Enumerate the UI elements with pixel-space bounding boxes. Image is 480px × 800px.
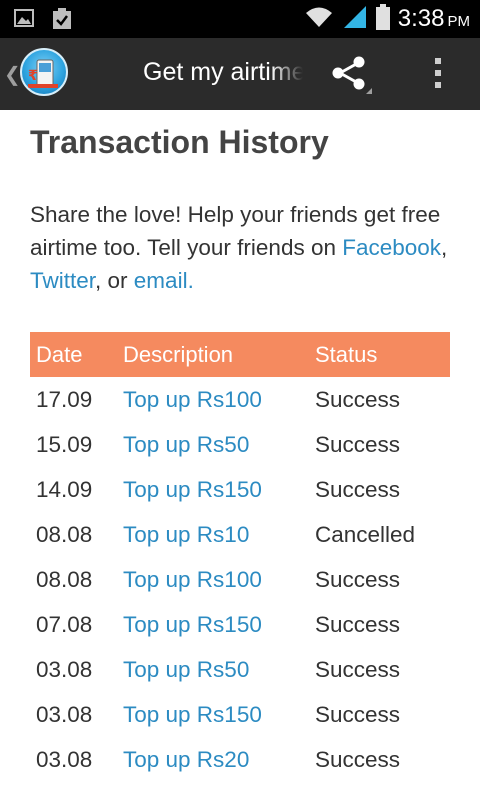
row-description-link[interactable]: Top up Rs100 xyxy=(117,557,309,602)
row-status: Success xyxy=(315,476,401,502)
status-bar: 3:38 PM xyxy=(0,0,480,38)
row-status: Success xyxy=(315,611,401,637)
email-link[interactable]: email. xyxy=(134,268,194,293)
row-date: 08.08 xyxy=(36,521,93,547)
clipboard-check-icon xyxy=(52,8,72,34)
row-date: 03.08 xyxy=(36,746,93,772)
row-description-link[interactable]: Top up Rs150 xyxy=(117,692,309,737)
row-description-link[interactable]: Top up Rs50 xyxy=(117,647,309,692)
table-row: 03.08 Top up Rs20 Success xyxy=(30,737,450,782)
row-description-link[interactable]: Top up Rs50 xyxy=(117,422,309,467)
row-status: Success xyxy=(315,701,401,727)
column-header-date: Date xyxy=(30,332,117,377)
column-header-status: Status xyxy=(309,332,450,377)
facebook-link[interactable]: Facebook xyxy=(342,235,441,260)
transaction-table: Date Description Status 17.09 Top up Rs1… xyxy=(30,332,450,782)
link-separator: , or xyxy=(95,268,134,293)
row-status: Success xyxy=(315,566,401,592)
row-status: Success xyxy=(315,386,401,412)
share-message: Share the love! Help your friends get fr… xyxy=(30,198,450,297)
share-icon xyxy=(332,56,372,94)
signal-icon xyxy=(342,4,368,34)
svg-text:₹: ₹ xyxy=(28,68,38,84)
row-status: Cancelled xyxy=(315,521,416,547)
clock-ampm: PM xyxy=(447,13,471,30)
row-description-link[interactable]: Top up Rs10 xyxy=(117,512,309,557)
battery-icon xyxy=(375,4,390,34)
row-description-link[interactable]: Top up Rs100 xyxy=(117,377,309,422)
row-date: 07.08 xyxy=(36,611,93,637)
table-header-row: Date Description Status xyxy=(30,332,450,377)
up-chevron-icon[interactable]: ❮ xyxy=(4,62,21,86)
row-description-link[interactable]: Top up Rs150 xyxy=(117,467,309,512)
clock: 3:38 PM xyxy=(398,5,470,33)
overflow-menu-button[interactable] xyxy=(428,56,448,92)
row-status: Success xyxy=(315,431,401,457)
row-description-link[interactable]: Top up Rs20 xyxy=(117,737,309,782)
row-date: 14.09 xyxy=(36,476,93,502)
twitter-link[interactable]: Twitter xyxy=(30,268,95,293)
wifi-icon xyxy=(304,5,334,33)
page-title: Transaction History xyxy=(30,124,329,160)
table-row: 15.09 Top up Rs50 Success xyxy=(30,422,450,467)
table-row: 08.08 Top up Rs100 Success xyxy=(30,557,450,602)
overflow-menu-icon xyxy=(435,58,441,88)
share-button[interactable] xyxy=(330,56,376,98)
gallery-icon xyxy=(14,8,34,34)
row-status: Success xyxy=(315,656,401,682)
row-status: Success xyxy=(315,746,401,772)
column-header-description: Description xyxy=(117,332,309,377)
row-description-link[interactable]: Top up Rs150 xyxy=(117,602,309,647)
row-date: 17.09 xyxy=(36,386,93,412)
table-row: 03.08 Top up Rs150 Success xyxy=(30,692,450,737)
table-row: 17.09 Top up Rs100 Success xyxy=(30,377,450,422)
row-date: 03.08 xyxy=(36,701,93,727)
app-logo[interactable]: ₹ xyxy=(20,48,68,96)
table-row: 14.09 Top up Rs150 Success xyxy=(30,467,450,512)
clock-time: 3:38 xyxy=(397,5,445,32)
app-title: Get my airtime xyxy=(143,58,303,86)
row-date: 15.09 xyxy=(36,431,93,457)
table-row: 08.08 Top up Rs10 Cancelled xyxy=(30,512,450,557)
table-row: 03.08 Top up Rs50 Success xyxy=(30,647,450,692)
table-row: 07.08 Top up Rs150 Success xyxy=(30,602,450,647)
notification-icons xyxy=(14,8,72,34)
action-bar: ❮ ₹ Get my airtime xyxy=(0,38,480,110)
row-date: 08.08 xyxy=(36,566,93,592)
link-separator: , xyxy=(441,235,448,260)
row-date: 03.08 xyxy=(36,656,93,682)
